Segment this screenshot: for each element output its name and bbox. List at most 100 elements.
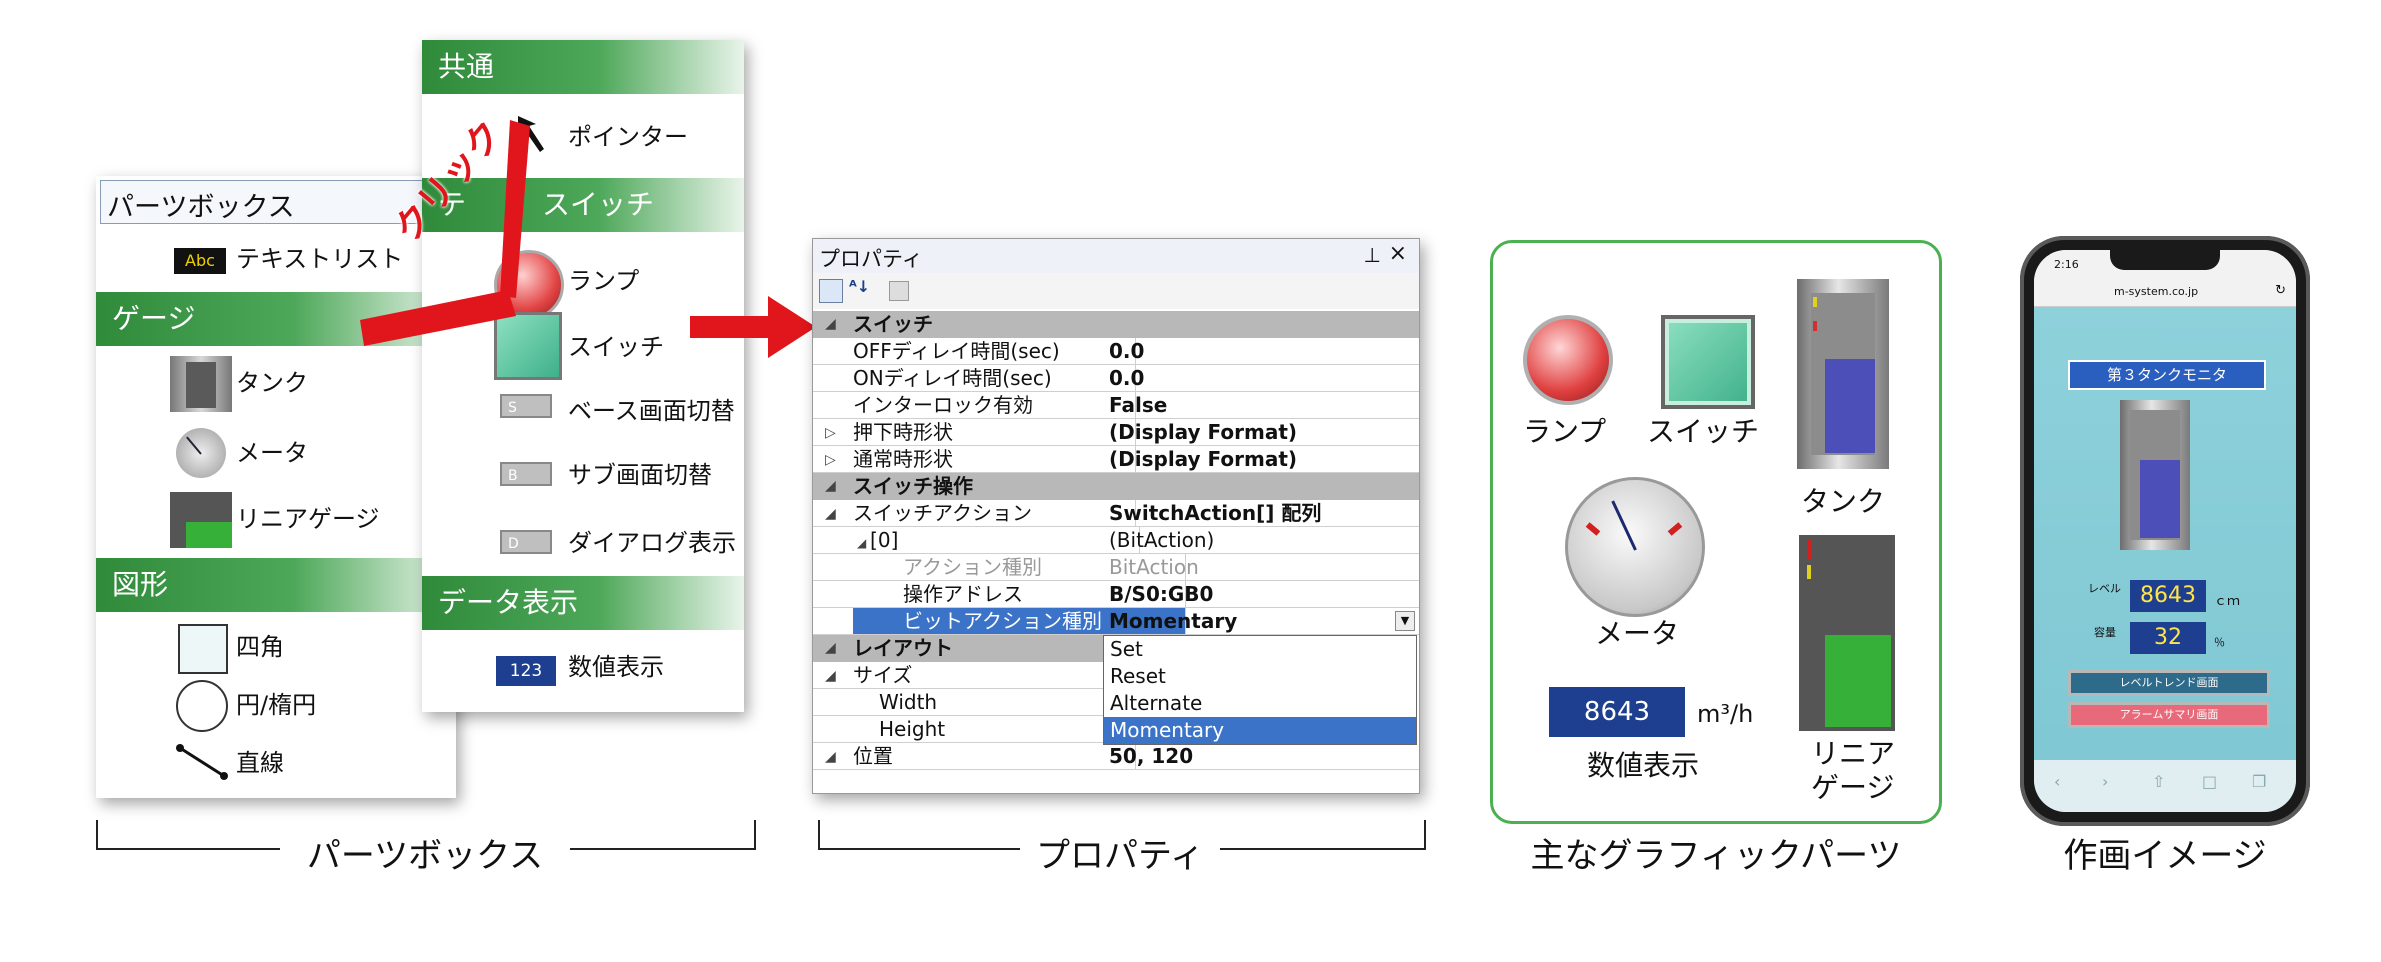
dialog-icon: D — [500, 530, 552, 554]
phone-screen: 2:16 m-system.co.jp ↻ 第３タンクモニタ レベル 8643 … — [2034, 250, 2296, 812]
tank-icon — [1797, 279, 1889, 469]
group-common[interactable]: 共通 — [422, 40, 744, 94]
prop-normal-shape[interactable]: ▷ 通常時形状 (Display Format) — [813, 446, 1419, 473]
prop-interlock[interactable]: インターロック有効 False — [813, 392, 1419, 419]
abc-icon: Abc — [174, 248, 226, 274]
level-unit: ｃｍ — [2214, 594, 2241, 609]
graphic-lamp-label: ランプ — [1523, 415, 1607, 448]
phone-frame: 2:16 m-system.co.jp ↻ 第３タンクモニタ レベル 8643 … — [2020, 236, 2310, 826]
lamp-icon — [1523, 315, 1613, 405]
numeric-display: 8643 — [1549, 687, 1685, 737]
cap-value: 32 — [2130, 622, 2206, 654]
switch-icon — [1661, 315, 1755, 409]
tool-ellipse[interactable]: 円/楕円 — [236, 690, 316, 720]
caption-image: 作画イメージ — [2063, 836, 2267, 876]
meter-icon — [176, 428, 226, 478]
prop-position[interactable]: ◢ 位置 50, 120 — [813, 743, 1419, 770]
categorized-icon[interactable] — [819, 279, 843, 303]
line-icon — [176, 744, 228, 780]
reload-icon[interactable]: ↻ — [2275, 283, 2286, 298]
tabs-icon[interactable]: ❐ — [2252, 772, 2266, 791]
browser-toolbar: ‹ › ⇧ □ ❐ — [2034, 760, 2296, 812]
tool-line[interactable]: 直線 — [236, 748, 284, 778]
prop-switch-action[interactable]: ◢ スイッチアクション SwitchAction[] 配列 — [813, 500, 1419, 527]
tool-rect[interactable]: 四角 — [236, 632, 284, 662]
group-shape[interactable]: 図形 — [96, 558, 456, 612]
bit-action-dropdown: Set Reset Alternate Momentary — [1103, 635, 1417, 745]
rect-icon — [178, 624, 228, 674]
prop-size[interactable]: ◢ サイズ — [813, 662, 1103, 689]
group-data[interactable]: データ表示 — [422, 576, 744, 630]
prop-action-index[interactable]: ◢ [0] (BitAction) — [813, 527, 1419, 554]
sub-screen-icon: B — [500, 462, 552, 486]
property-title: プロパティ — [819, 247, 923, 271]
caption-properties: プロパティ — [1036, 836, 1204, 876]
graphic-linear-label-2: ゲージ — [1811, 771, 1895, 804]
partsbox-title: パーツボックス — [107, 192, 295, 223]
forward-icon[interactable]: › — [2102, 772, 2108, 791]
tool-sub-screen[interactable]: サブ画面切替 — [568, 460, 712, 490]
option-alternate[interactable]: Alternate — [1104, 690, 1416, 717]
linear-gauge-icon — [170, 492, 232, 548]
prop-bit-action[interactable]: ビットアクション種別 Momentary ▼ — [813, 608, 1419, 635]
sort-az-icon[interactable]: ᴬ↓ — [849, 277, 870, 296]
tool-tank[interactable]: タンク — [236, 368, 308, 398]
back-icon[interactable]: ‹ — [2054, 772, 2060, 791]
graphic-switch-label: スイッチ — [1647, 415, 1760, 448]
share-icon[interactable]: ⇧ — [2152, 772, 2165, 791]
tool-base-screen[interactable]: ベース画面切替 — [568, 396, 735, 426]
property-titlebar: プロパティ ⊥ × — [813, 239, 1419, 274]
tool-switch[interactable]: スイッチ — [568, 332, 664, 362]
category-switch-op[interactable]: ◢ スイッチ操作 — [813, 473, 1419, 500]
pin-icon[interactable]: ⊥ — [1364, 243, 1381, 267]
property-pages-icon[interactable] — [889, 281, 909, 301]
prop-width[interactable]: Width — [813, 689, 1103, 716]
level-label: レベル — [2088, 582, 2121, 595]
graphics-frame: ランプ スイッチ タンク メータ 8643 m³/h 数値表示 リニア ゲージ — [1490, 240, 1942, 824]
caption-partsbox: パーツボックス — [306, 836, 544, 876]
dropdown-arrow-icon[interactable]: ▼ — [1395, 611, 1415, 631]
level-value: 8643 — [2130, 580, 2206, 612]
graphic-linear-label-1: リニア — [1811, 737, 1896, 770]
option-momentary[interactable]: Momentary — [1104, 717, 1416, 744]
cap-unit: ％ — [2214, 636, 2225, 649]
option-set[interactable]: Set — [1104, 636, 1416, 663]
meter-icon — [1565, 477, 1705, 617]
prop-off-delay[interactable]: OFFディレイ時間(sec) 0.0 — [813, 338, 1419, 365]
numeric-unit: m³/h — [1697, 700, 1754, 728]
status-bar: 2:16 — [2034, 250, 2296, 280]
circle-icon — [176, 680, 228, 732]
graphic-numeric-label: 数値表示 — [1587, 749, 1700, 782]
category-switch[interactable]: ◢ スイッチ — [813, 311, 1419, 338]
category-layout[interactable]: ◢ レイアウト — [813, 635, 1103, 662]
graphic-tank-label: タンク — [1801, 485, 1886, 518]
prop-action-type[interactable]: アクション種別 BitAction — [813, 554, 1419, 581]
base-screen-icon: S — [500, 394, 552, 418]
caption-graphics: 主なグラフィックパーツ — [1530, 836, 1902, 876]
notch — [2110, 250, 2220, 270]
tool-linear-gauge[interactable]: リニアゲージ — [236, 504, 380, 534]
url-text: m-system.co.jp — [2114, 285, 2199, 298]
property-grid: プロパティ ⊥ × ᴬ↓ ◢ スイッチ OFFディレイ時間(sec) 0.0 ONデ… — [812, 238, 1420, 794]
prop-on-delay[interactable]: ONディレイ時間(sec) 0.0 — [813, 365, 1419, 392]
option-reset[interactable]: Reset — [1104, 663, 1416, 690]
property-toolbar: ᴬ↓ — [813, 273, 1419, 309]
bookmarks-icon[interactable]: □ — [2202, 772, 2217, 791]
phone-page-title: 第３タンクモニタ — [2068, 360, 2266, 390]
tool-dialog[interactable]: ダイアログ表示 — [568, 528, 736, 558]
tool-pointer[interactable]: ポインター — [568, 122, 688, 152]
prop-height[interactable]: Height — [813, 716, 1103, 743]
cap-label: 容量 — [2094, 626, 2116, 639]
tool-numeric[interactable]: 数値表示 — [568, 652, 664, 682]
url-bar[interactable]: m-system.co.jp ↻ — [2034, 280, 2296, 307]
arrow-right-icon — [690, 296, 816, 358]
prop-address[interactable]: 操作アドレス B/S0:GB0 — [813, 581, 1419, 608]
graphic-meter-label: メータ — [1595, 617, 1680, 650]
tool-meter[interactable]: メータ — [236, 438, 308, 468]
close-icon[interactable]: × — [1389, 241, 1407, 266]
phone-tank-icon — [2120, 400, 2190, 550]
prop-pressed-shape[interactable]: ▷ 押下時形状 (Display Format) — [813, 419, 1419, 446]
numeric-icon: 123 — [496, 656, 556, 686]
trend-button[interactable]: レベルトレンド画面 — [2068, 670, 2270, 696]
alarm-button[interactable]: アラームサマリ画面 — [2068, 702, 2270, 728]
